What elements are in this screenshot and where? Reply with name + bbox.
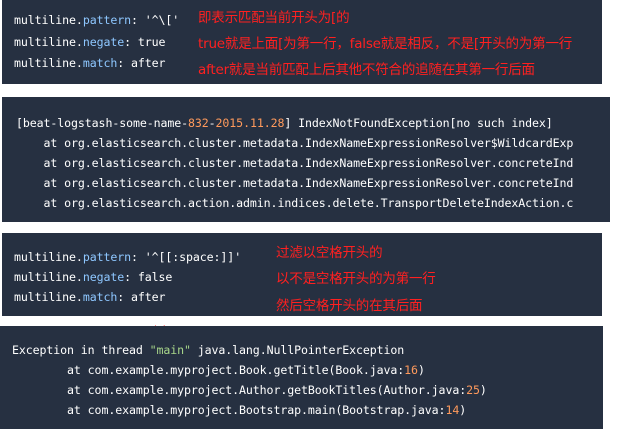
log-number: 14 <box>445 403 460 417</box>
log-text: ) <box>417 363 425 377</box>
log-text: at com.example.myproject.Book.getTitle(B… <box>12 363 405 377</box>
config-line: multiline.pattern: '^\[' <box>14 10 179 31</box>
log-line: at com.example.myproject.Bootstrap.main(… <box>12 400 466 421</box>
config-value: after <box>130 290 166 304</box>
log-line: at org.elasticsearch.action.admin.indice… <box>16 196 574 210</box>
log-text: java.lang.NullPointerException <box>190 343 405 357</box>
config-sep: : <box>130 13 145 27</box>
log-number: 2015.11.28 <box>215 116 285 130</box>
log-text: [beat-logstash-some-name- <box>16 116 189 130</box>
config-sep: : <box>124 270 138 284</box>
code-block-log-2: Exception in thread "main" java.lang.Nul… <box>0 326 603 429</box>
log-text: Exception in thread <box>12 343 150 357</box>
config-line: multiline.match: after <box>14 287 165 308</box>
log-string: "main" <box>149 343 191 357</box>
config-key: multiline. <box>14 250 83 264</box>
annotation-note: 即表示匹配当前开头为[的 <box>198 10 350 26</box>
config-key: multiline. <box>14 35 83 49</box>
log-text: at com.example.myproject.Author.getBookT… <box>12 383 467 397</box>
log-line: at org.elasticsearch.cluster.metadata.In… <box>16 156 574 170</box>
log-line: at org.elasticsearch.cluster.metadata.In… <box>16 136 574 150</box>
config-sep: : <box>130 250 145 264</box>
config-value: '^[[:space:]]' <box>144 250 242 264</box>
annotation-note: true就是上面[为第一行，false就是相反，不是[开头的为第一行 <box>198 36 573 52</box>
log-line: at com.example.myproject.Author.getBookT… <box>12 380 487 401</box>
config-value: true <box>137 35 166 49</box>
config-prop: pattern <box>82 250 131 264</box>
log-line: at org.elasticsearch.cluster.metadata.In… <box>16 176 574 190</box>
config-key: multiline. <box>14 290 83 304</box>
log-number: 25 <box>466 383 480 397</box>
config-prop: pattern <box>82 13 131 27</box>
config-prop: match <box>82 290 118 304</box>
config-line: multiline.negate: false <box>14 267 172 288</box>
config-prop: negate <box>82 270 125 284</box>
config-prop: negate <box>82 35 125 49</box>
config-prop: match <box>82 56 118 70</box>
log-text: ) <box>459 403 467 417</box>
config-value: false <box>137 270 173 284</box>
log-number: 832 <box>188 116 209 130</box>
annotation-note: 过滤以空格开头的 <box>276 245 383 261</box>
code-block-log-1: [beat-logstash-some-name-832-2015.11.28]… <box>2 97 610 222</box>
config-key: multiline. <box>14 56 83 70</box>
log-number: 16 <box>404 363 418 377</box>
config-key: multiline. <box>14 270 83 284</box>
config-key: multiline. <box>14 13 83 27</box>
config-line: multiline.pattern: '^[[:space:]]' <box>14 247 241 268</box>
log-line: [beat-logstash-some-name-832-2015.11.28]… <box>16 113 553 134</box>
config-sep: : <box>117 290 131 304</box>
annotation-note: 以不是空格开头的为第一行 <box>276 271 436 287</box>
config-sep: : <box>124 35 138 49</box>
annotation-note: 然后空格开头的在其后面 <box>276 298 423 314</box>
config-line: multiline.match: after <box>14 53 165 74</box>
log-text: ) <box>479 383 487 397</box>
config-sep: : <box>117 56 131 70</box>
log-text: at com.example.myproject.Bootstrap.main(… <box>12 403 446 417</box>
config-value: after <box>130 56 166 70</box>
log-text: ] IndexNotFoundException[no such index] <box>284 116 553 130</box>
log-line: at com.example.myproject.Book.getTitle(B… <box>12 360 425 381</box>
log-text: - <box>208 116 216 130</box>
annotation-note: after就是当前匹配上后其他不符合的追随在其第一行后面 <box>198 62 535 78</box>
config-line: multiline.negate: true <box>14 32 165 53</box>
config-value: '^\[' <box>144 13 180 27</box>
log-line: Exception in thread "main" java.lang.Nul… <box>12 340 404 361</box>
